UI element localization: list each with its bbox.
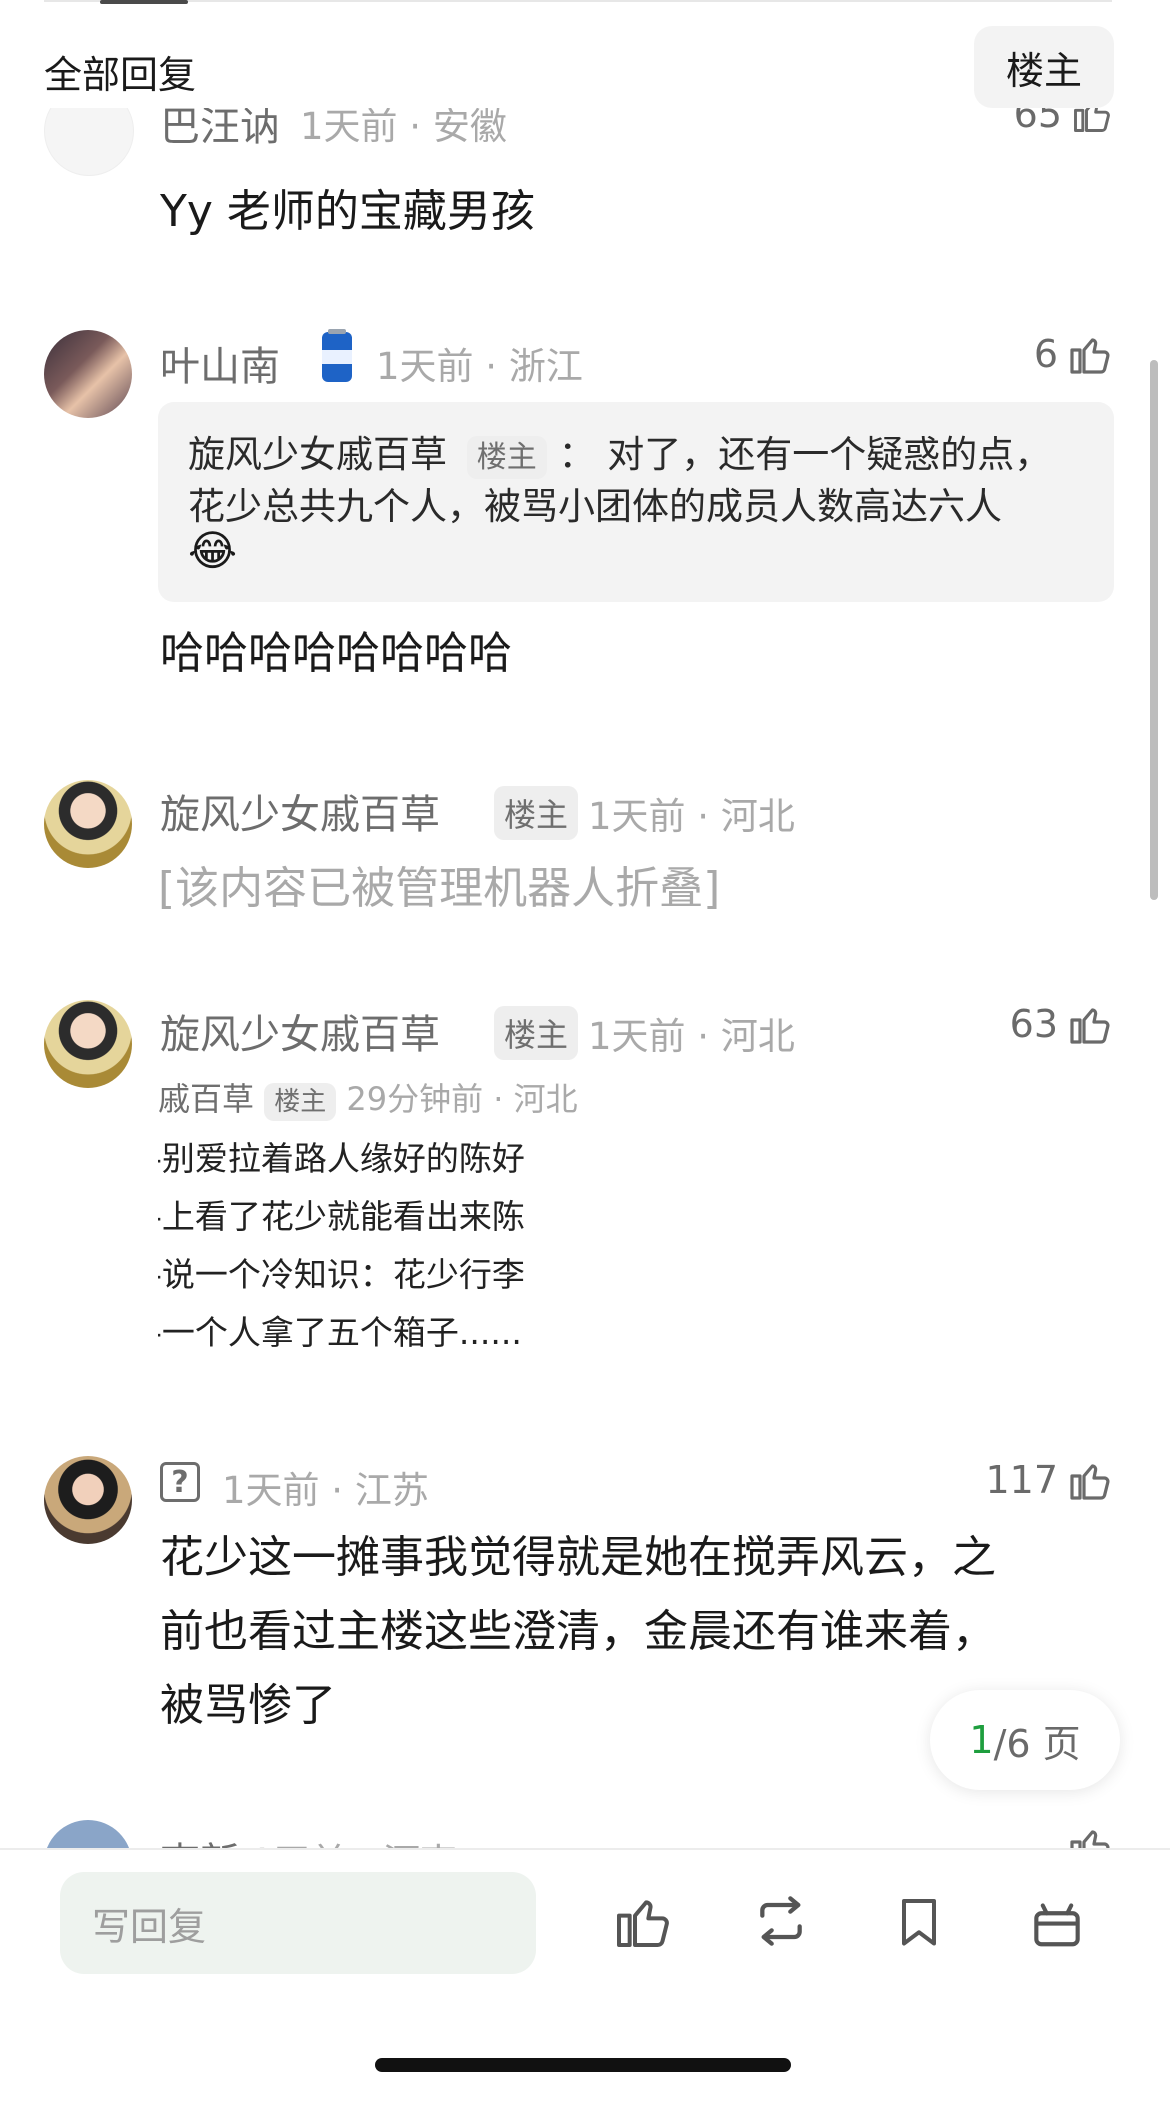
comment-text: Yy 老师的宝藏男孩	[160, 186, 535, 237]
like-count: 63	[1009, 1002, 1058, 1046]
quote-line-2: 花少总共九个人，被骂小团体的成员人数高达六人	[188, 485, 1002, 528]
avatar[interactable]	[44, 108, 134, 176]
like-button[interactable]: 63	[1010, 1000, 1114, 1048]
comment-image[interactable]: 戚百草 楼主 29分钟前 · 河北 ‐别爱拉着路人缘好的陈好 ‐上看了花少就能看…	[158, 1068, 598, 1360]
total-pages: /6 页	[993, 1721, 1081, 1766]
bookmark-button[interactable]	[882, 1884, 956, 1958]
quote-author[interactable]: 旋风少女戚百草	[188, 433, 447, 476]
thumbs-up-icon	[1074, 108, 1110, 132]
avatar[interactable]	[44, 1456, 132, 1544]
quote-text: ： 对了，还有一个疑惑的点，	[558, 433, 1052, 476]
beverage-can-badge-icon	[322, 329, 352, 382]
comment-meta: 1天前 · 河北	[588, 795, 795, 838]
owner-badge: 楼主	[264, 1083, 337, 1121]
repost-button[interactable]	[744, 1884, 818, 1958]
gift-icon	[1034, 1903, 1080, 1947]
comment-text-line: 花少这一摊事我觉得就是她在搅弄风云，之	[160, 1532, 996, 1583]
image-text-line: ‐一个人拿了五个箱子......	[158, 1313, 522, 1352]
like-count: 117	[985, 1458, 1058, 1502]
avatar[interactable]	[44, 1820, 132, 1848]
comment-meta: 1天前 · 安徽	[300, 108, 507, 148]
avatar[interactable]	[44, 780, 132, 868]
owner-badge: 楼主	[494, 786, 579, 840]
like-button[interactable]: 65	[1014, 108, 1114, 136]
current-page: 1	[969, 1718, 994, 1762]
quote-line-1: 旋风少女戚百草 楼主 ： 对了，还有一个疑惑的点，	[188, 424, 1052, 479]
page-indicator[interactable]: 1/6 页	[930, 1690, 1120, 1790]
thumbs-up-icon	[1070, 1008, 1110, 1044]
image-header: 戚百草 楼主 29分钟前 · 河北	[158, 1074, 578, 1121]
image-commenter-name: 戚百草	[158, 1080, 255, 1118]
folded-notice[interactable]: [该内容已被管理机器人折叠]	[158, 852, 720, 916]
commenter-name[interactable]: 旋风少女戚百草	[160, 782, 440, 840]
section-title: 全部回复	[44, 53, 197, 97]
top-divider	[44, 0, 1112, 2]
comment-meta: 1天前 · 江苏	[222, 1469, 429, 1512]
thumbs-up-icon	[1070, 1464, 1110, 1500]
image-text-line: ‐说一个冷知识：花少行李	[158, 1255, 525, 1294]
owner-only-button[interactable]: 楼主	[974, 26, 1114, 108]
gift-button[interactable]	[1020, 1884, 1094, 1958]
owner-badge: 楼主	[466, 436, 547, 479]
thumbs-up-icon	[1070, 338, 1110, 374]
like-count: 65	[1013, 108, 1062, 136]
quoted-reply[interactable]: 旋风少女戚百草 楼主 ： 对了，还有一个疑惑的点， 花少总共九个人，被骂小团体的…	[158, 402, 1114, 602]
top-tab-indicator	[100, 0, 188, 4]
repost-icon	[760, 1896, 802, 1946]
image-meta: 29分钟前 · 河北	[346, 1080, 578, 1118]
comment-meta: 1天前 · 河南	[250, 1832, 457, 1848]
comment-item: 李新 1天前 · 河南	[0, 1800, 1170, 1848]
comment-meta: 1天前 · 浙江	[376, 345, 583, 388]
commenter-name[interactable]: 旋风少女戚百草	[160, 1002, 440, 1060]
scrollbar[interactable]	[1150, 360, 1158, 900]
thumbs-up-icon	[617, 1900, 669, 1947]
like-button[interactable]: 117	[985, 1456, 1114, 1504]
thumbs-up-icon[interactable]	[1066, 1822, 1114, 1848]
like-count: 6	[1033, 332, 1058, 376]
comment-item: 巴汪讷 1天前 · 安徽 65 Yy 老师的宝藏男孩	[0, 108, 1170, 268]
commenter-name[interactable]: 巴汪讷	[160, 108, 280, 152]
reply-input[interactable]: 写回复	[60, 1872, 536, 1974]
bookmark-icon	[902, 1899, 936, 1946]
avatar[interactable]	[44, 330, 132, 418]
owner-badge: 楼主	[494, 1006, 579, 1060]
image-text-line: ‐上看了花少就能看出来陈	[158, 1197, 525, 1236]
comment-text: 哈哈哈哈哈哈哈哈	[160, 628, 512, 679]
commenter-name[interactable]: 李新	[160, 1830, 240, 1848]
like-post-button[interactable]	[606, 1884, 680, 1958]
commenter-name[interactable]: 叶山南	[160, 334, 280, 392]
avatar[interactable]	[44, 1000, 132, 1088]
comment-text-line: 被骂惨了	[160, 1680, 336, 1731]
comment-text-line: 前也看过主楼这些澄清，金晨还有谁来着，	[160, 1606, 996, 1657]
laughing-emoji: 😂	[188, 526, 238, 575]
home-indicator[interactable]	[375, 2058, 791, 2072]
comment-meta: 1天前 · 河北	[588, 1015, 795, 1058]
like-button[interactable]: 6	[1034, 330, 1114, 378]
unknown-user-icon: ?	[160, 1462, 200, 1502]
image-text-line: ‐别爱拉着路人缘好的陈好	[158, 1139, 525, 1178]
